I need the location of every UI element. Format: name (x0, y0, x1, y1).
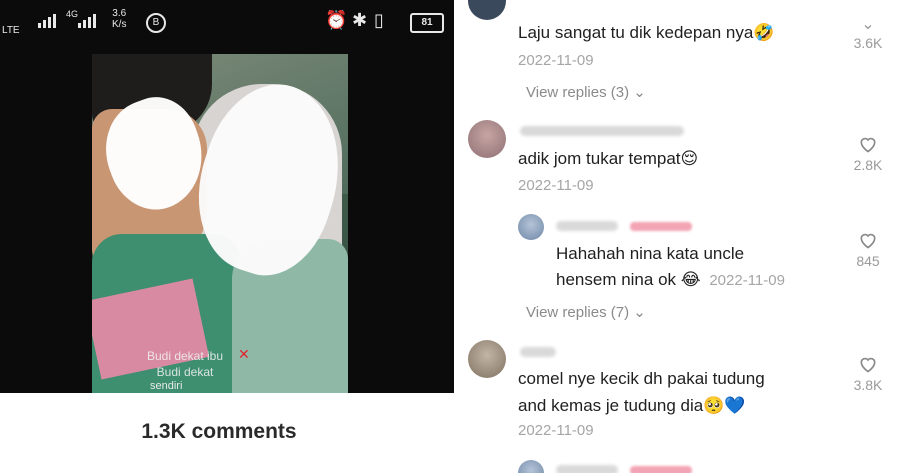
username-blurred (556, 221, 618, 231)
heart-icon (860, 233, 876, 249)
like-count: 3.8K (853, 377, 883, 393)
username-blurred (556, 465, 618, 473)
speed-unit: K/s (112, 19, 127, 30)
net-label: 4G (66, 9, 79, 19)
panel-divider (454, 0, 464, 473)
caption-line-2: Budi dekat (156, 365, 214, 379)
avatar[interactable] (468, 340, 506, 378)
creator-badge (630, 222, 692, 231)
comment-date: 2022-11-09 (518, 177, 594, 194)
avatar[interactable] (518, 460, 544, 473)
like-button[interactable]: 845 (848, 230, 888, 269)
comment-date: 2022-11-09 (709, 272, 785, 289)
comments-panel: Laju sangat tu dik kedepan nya🤣 2022-11-… (464, 0, 900, 473)
comment-text: adik jom tukar tempat😌 (518, 149, 699, 168)
username-blurred (520, 347, 556, 357)
avatar[interactable] (468, 120, 506, 158)
like-count: 2.8K (853, 157, 883, 173)
alarm-icon: ⏰ (325, 10, 348, 30)
like-count: 845 (856, 253, 880, 269)
chevron-down-icon: ⌄ (633, 304, 646, 321)
like-button[interactable]: 3.8K (848, 354, 888, 393)
chevron-down-icon: ⌄ (633, 84, 646, 101)
b-badge-icon: B (146, 13, 166, 33)
avatar[interactable] (518, 214, 544, 240)
comments-count-title: 1.3K comments (141, 420, 297, 443)
avatar[interactable] (468, 0, 506, 20)
heart-icon (860, 137, 876, 153)
like-button[interactable]: 2.8K (848, 134, 888, 173)
reply-text-line-1: Hahahah nina kata uncle (556, 244, 745, 263)
view-replies-label: View replies (3) (526, 84, 630, 101)
battery-icon: 81 (410, 13, 444, 33)
comment-text-line-2: and kemas je tudung dia🥺💙 (518, 396, 746, 415)
comment-text-line-1: comel nye kecik dh pakai tudung (518, 369, 765, 388)
view-replies-link[interactable]: View replies (7) ⌄ (526, 303, 646, 321)
reply-text: hensem nina ok 😂 (556, 270, 701, 289)
speed-value: 3.6 (112, 8, 127, 19)
chevron-down-icon: ⌄ (861, 16, 875, 33)
like-count: 3.6K (853, 35, 883, 51)
bluetooth-icon: ✱ (352, 10, 368, 30)
comment-date: 2022-11-09 (518, 52, 594, 69)
caption-line-3: sendiri (150, 380, 183, 392)
video-frame (92, 54, 348, 393)
view-replies-label: View replies (7) (526, 304, 630, 321)
signal-icon (38, 14, 56, 28)
vibrate-icon: ▯ (374, 10, 384, 30)
username-blurred (520, 126, 684, 136)
heart-icon (860, 357, 876, 373)
comment-text: Laju sangat tu dik kedepan nya🤣 (518, 23, 775, 42)
network-label: LTE (2, 25, 20, 36)
status-bar: LTE 4G 3.6 K/s B ⏰ ✱ ▯ 81 (0, 0, 454, 44)
video-panel: LTE 4G 3.6 K/s B ⏰ ✱ ▯ 81 Budi dekat ibu… (0, 0, 454, 473)
video-player[interactable]: LTE 4G 3.6 K/s B ⏰ ✱ ▯ 81 Budi dekat ibu… (0, 0, 454, 393)
creator-badge (630, 466, 692, 473)
view-replies-link[interactable]: View replies (3) ⌄ (526, 83, 646, 101)
signal-icon-2 (78, 14, 96, 28)
close-mark-icon: ✕ (238, 346, 250, 362)
data-speed: 3.6 K/s (112, 8, 126, 30)
like-button[interactable]: ⌄ 3.6K (848, 16, 888, 52)
comment-date: 2022-11-09 (518, 422, 594, 439)
reply-text-line-2: hensem nina ok 😂 2022-11-09 (556, 267, 785, 294)
